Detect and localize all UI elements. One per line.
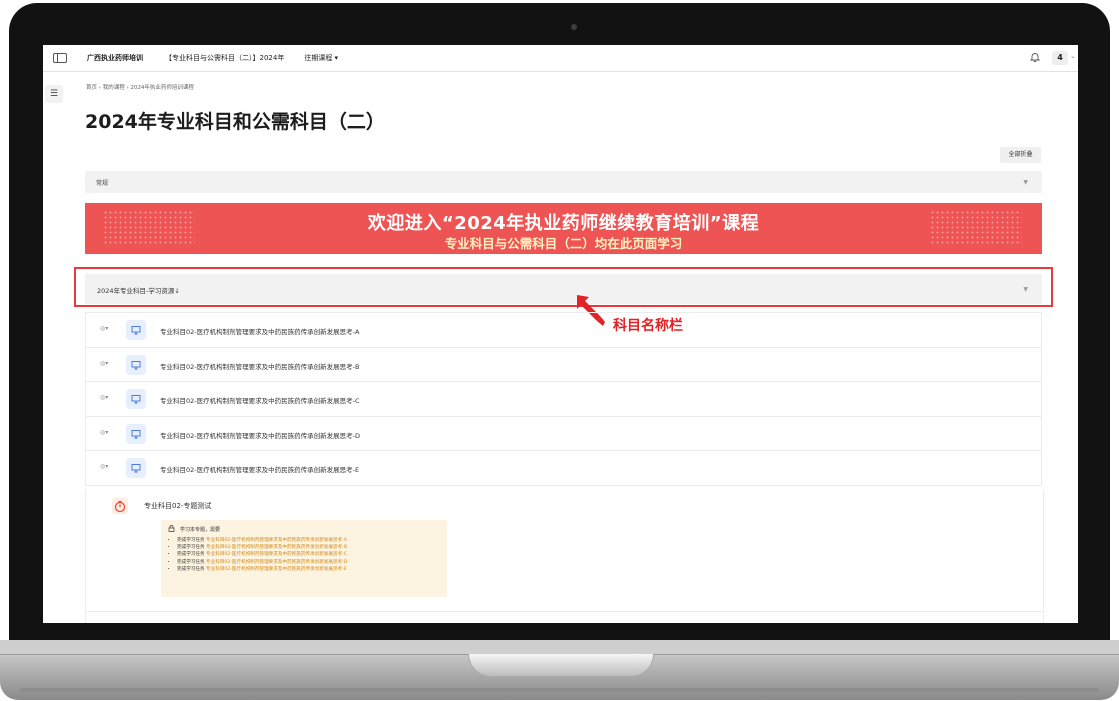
eye-icon[interactable]: ◎▾ <box>100 463 108 470</box>
section-general-label: 常规 <box>96 180 109 187</box>
requirement-link[interactable]: 专业科目02-医疗机构制剂管理要求及中药民族药传承创新发展思考-B <box>206 545 347 550</box>
annotation-highlight-box <box>74 267 1053 307</box>
sidebar-toggle-icon[interactable] <box>53 53 67 63</box>
lock-icon <box>168 525 175 532</box>
eye-icon[interactable]: ◎▾ <box>100 394 108 401</box>
eye-icon[interactable]: ◎▾ <box>100 429 108 436</box>
course-tab[interactable]: 【专业科目与公需科目（二）】2024年 <box>165 53 284 63</box>
requirement-prefix: 完成学习任务 <box>177 538 205 543</box>
welcome-banner: 欢迎进入“2024年执业药师继续教育培训”课程 专业科目与公需科目（二）均在此页… <box>85 203 1042 254</box>
list-item[interactable] <box>85 611 1044 623</box>
restriction-heading: 学习本专题，需要 <box>180 527 221 533</box>
section-general[interactable]: 常规 ▼ <box>85 171 1042 193</box>
monitor-icon <box>126 320 146 340</box>
page-title: 2024年专业科目和公需科目（二） <box>85 111 385 133</box>
requirement-prefix: 完成学习任务 <box>177 559 205 565</box>
requirement-prefix: 完成学习任务 <box>177 552 205 558</box>
quiz-link[interactable]: 专业科目02-专题测试 <box>144 501 211 511</box>
requirement-link[interactable]: 专业科目02-医疗机构制剂管理要求及中药民族药传承创新发展思考-E <box>206 567 347 572</box>
list-item: 完成学习任务 专业科目02-医疗机构制剂管理要求及中药民族药传承创新发展思考-C <box>177 551 347 558</box>
monitor-icon <box>126 389 146 409</box>
activity-link[interactable]: 专业科目02-医疗机构制剂管理要求及中药民族药传承创新发展思考-C <box>160 395 360 405</box>
site-name[interactable]: 广西执业药师培训 <box>87 53 143 63</box>
monitor-icon <box>126 354 146 375</box>
list-item[interactable]: ◎▾ 专业科目02-医疗机构制剂管理要求及中药民族药传承创新发展思考-D <box>85 416 1042 451</box>
monitor-icon <box>126 458 146 478</box>
avatar[interactable]: 4 <box>1052 51 1068 65</box>
activity-list: ◎▾ 专业科目02-医疗机构制剂管理要求及中药民族药传承创新发展思考-A ◎▾ … <box>85 312 1042 486</box>
camera-icon <box>571 24 577 30</box>
list-item[interactable]: ◎▾ 专业科目02-医疗机构制剂管理要求及中药民族药传承创新发展思考-B <box>85 347 1042 382</box>
top-navbar: 广西执业药师培训 【专业科目与公需科目（二）】2024年 往期课程 ▾ 4 ⌄ <box>43 45 1078 72</box>
activity-link[interactable]: 专业科目02-医疗机构制剂管理要求及中药民族药传承创新发展思考-A <box>160 326 359 336</box>
requirement-link[interactable]: 专业科目02-医疗机构制剂管理要求及中药民族药传承创新发展思考-D <box>206 560 347 565</box>
list-item: 完成学习任务 专业科目02-医疗机构制剂管理要求及中药民族药传承创新发展思考-E <box>177 566 347 573</box>
list-item[interactable]: ◎▾ 专业科目02-医疗机构制剂管理要求及中药民族药传承创新发展思考-E <box>85 451 1042 486</box>
stopwatch-icon <box>112 498 128 514</box>
banner-title: 欢迎进入“2024年执业药师继续教育培训”课程 <box>367 213 760 234</box>
laptop-base-edge <box>20 688 1099 692</box>
past-courses-menu[interactable]: 往期课程 ▾ <box>304 53 338 63</box>
requirement-link[interactable]: 专业科目02-医疗机构制剂管理要求及中药民族药传承创新发展思考-C <box>206 552 347 557</box>
chevron-down-icon[interactable]: ▼ <box>1023 179 1028 186</box>
list-item: 完成学习任务 专业科目02-医疗机构制剂管理要求及中药民族药传承创新发展思考-A <box>177 537 347 544</box>
access-restriction-box: 学习本专题，需要 完成学习任务 专业科目02-医疗机构制剂管理要求及中药民族药传… <box>161 520 447 597</box>
course-index-toggle[interactable]: ☰ <box>45 85 63 103</box>
eye-icon[interactable]: ◎▾ <box>100 325 108 332</box>
chevron-down-icon[interactable]: ⌄ <box>1070 52 1076 60</box>
requirement-link[interactable]: 专业科目02-医疗机构制剂管理要求及中药民族药传承创新发展思考-A <box>206 538 347 543</box>
requirement-prefix: 完成学习任务 <box>177 545 205 551</box>
activity-link[interactable]: 专业科目02-医疗机构制剂管理要求及中药民族药传承创新发展思考-B <box>160 361 359 371</box>
list-item[interactable]: ◎▾ 专业科目02-医疗机构制剂管理要求及中药民族药传承创新发展思考-C <box>85 382 1042 417</box>
activity-link[interactable]: 专业科目02-医疗机构制剂管理要求及中药民族药传承创新发展思考-E <box>160 464 359 474</box>
list-item: 完成学习任务 专业科目02-医疗机构制剂管理要求及中药民族药传承创新发展思考-B <box>177 544 347 551</box>
list-item[interactable]: ◎▾ 专业科目02-医疗机构制剂管理要求及中药民族药传承创新发展思考-A <box>85 312 1042 348</box>
collapse-all-button[interactable]: 全部折叠 <box>1000 147 1041 163</box>
bell-icon[interactable] <box>1029 52 1041 63</box>
laptop-hinge <box>0 640 1119 655</box>
list-item: 完成学习任务 专业科目02-医疗机构制剂管理要求及中药民族药传承创新发展思考-D <box>177 559 347 566</box>
laptop-notch <box>468 654 654 677</box>
requirement-list: 完成学习任务 专业科目02-医疗机构制剂管理要求及中药民族药传承创新发展思考-A… <box>167 537 347 573</box>
browser-screen: 广西执业药师培训 【专业科目与公需科目（二）】2024年 往期课程 ▾ 4 ⌄ … <box>43 45 1078 623</box>
eye-icon[interactable]: ◎▾ <box>100 360 108 367</box>
banner-subtitle: 专业科目与公需科目（二）均在此页面学习 <box>444 236 683 251</box>
requirement-prefix: 完成学习任务 <box>177 566 205 572</box>
quiz-activity: 专业科目02-专题测试 学习本专题，需要 完成学习任务 专业科目02-医疗机构制… <box>85 490 1044 610</box>
activity-link[interactable]: 专业科目02-医疗机构制剂管理要求及中药民族药传承创新发展思考-D <box>160 430 360 440</box>
breadcrumb[interactable]: 首页 › 我的课程 › 2024年执业药师培训课程 <box>86 83 194 91</box>
monitor-icon <box>126 423 146 444</box>
